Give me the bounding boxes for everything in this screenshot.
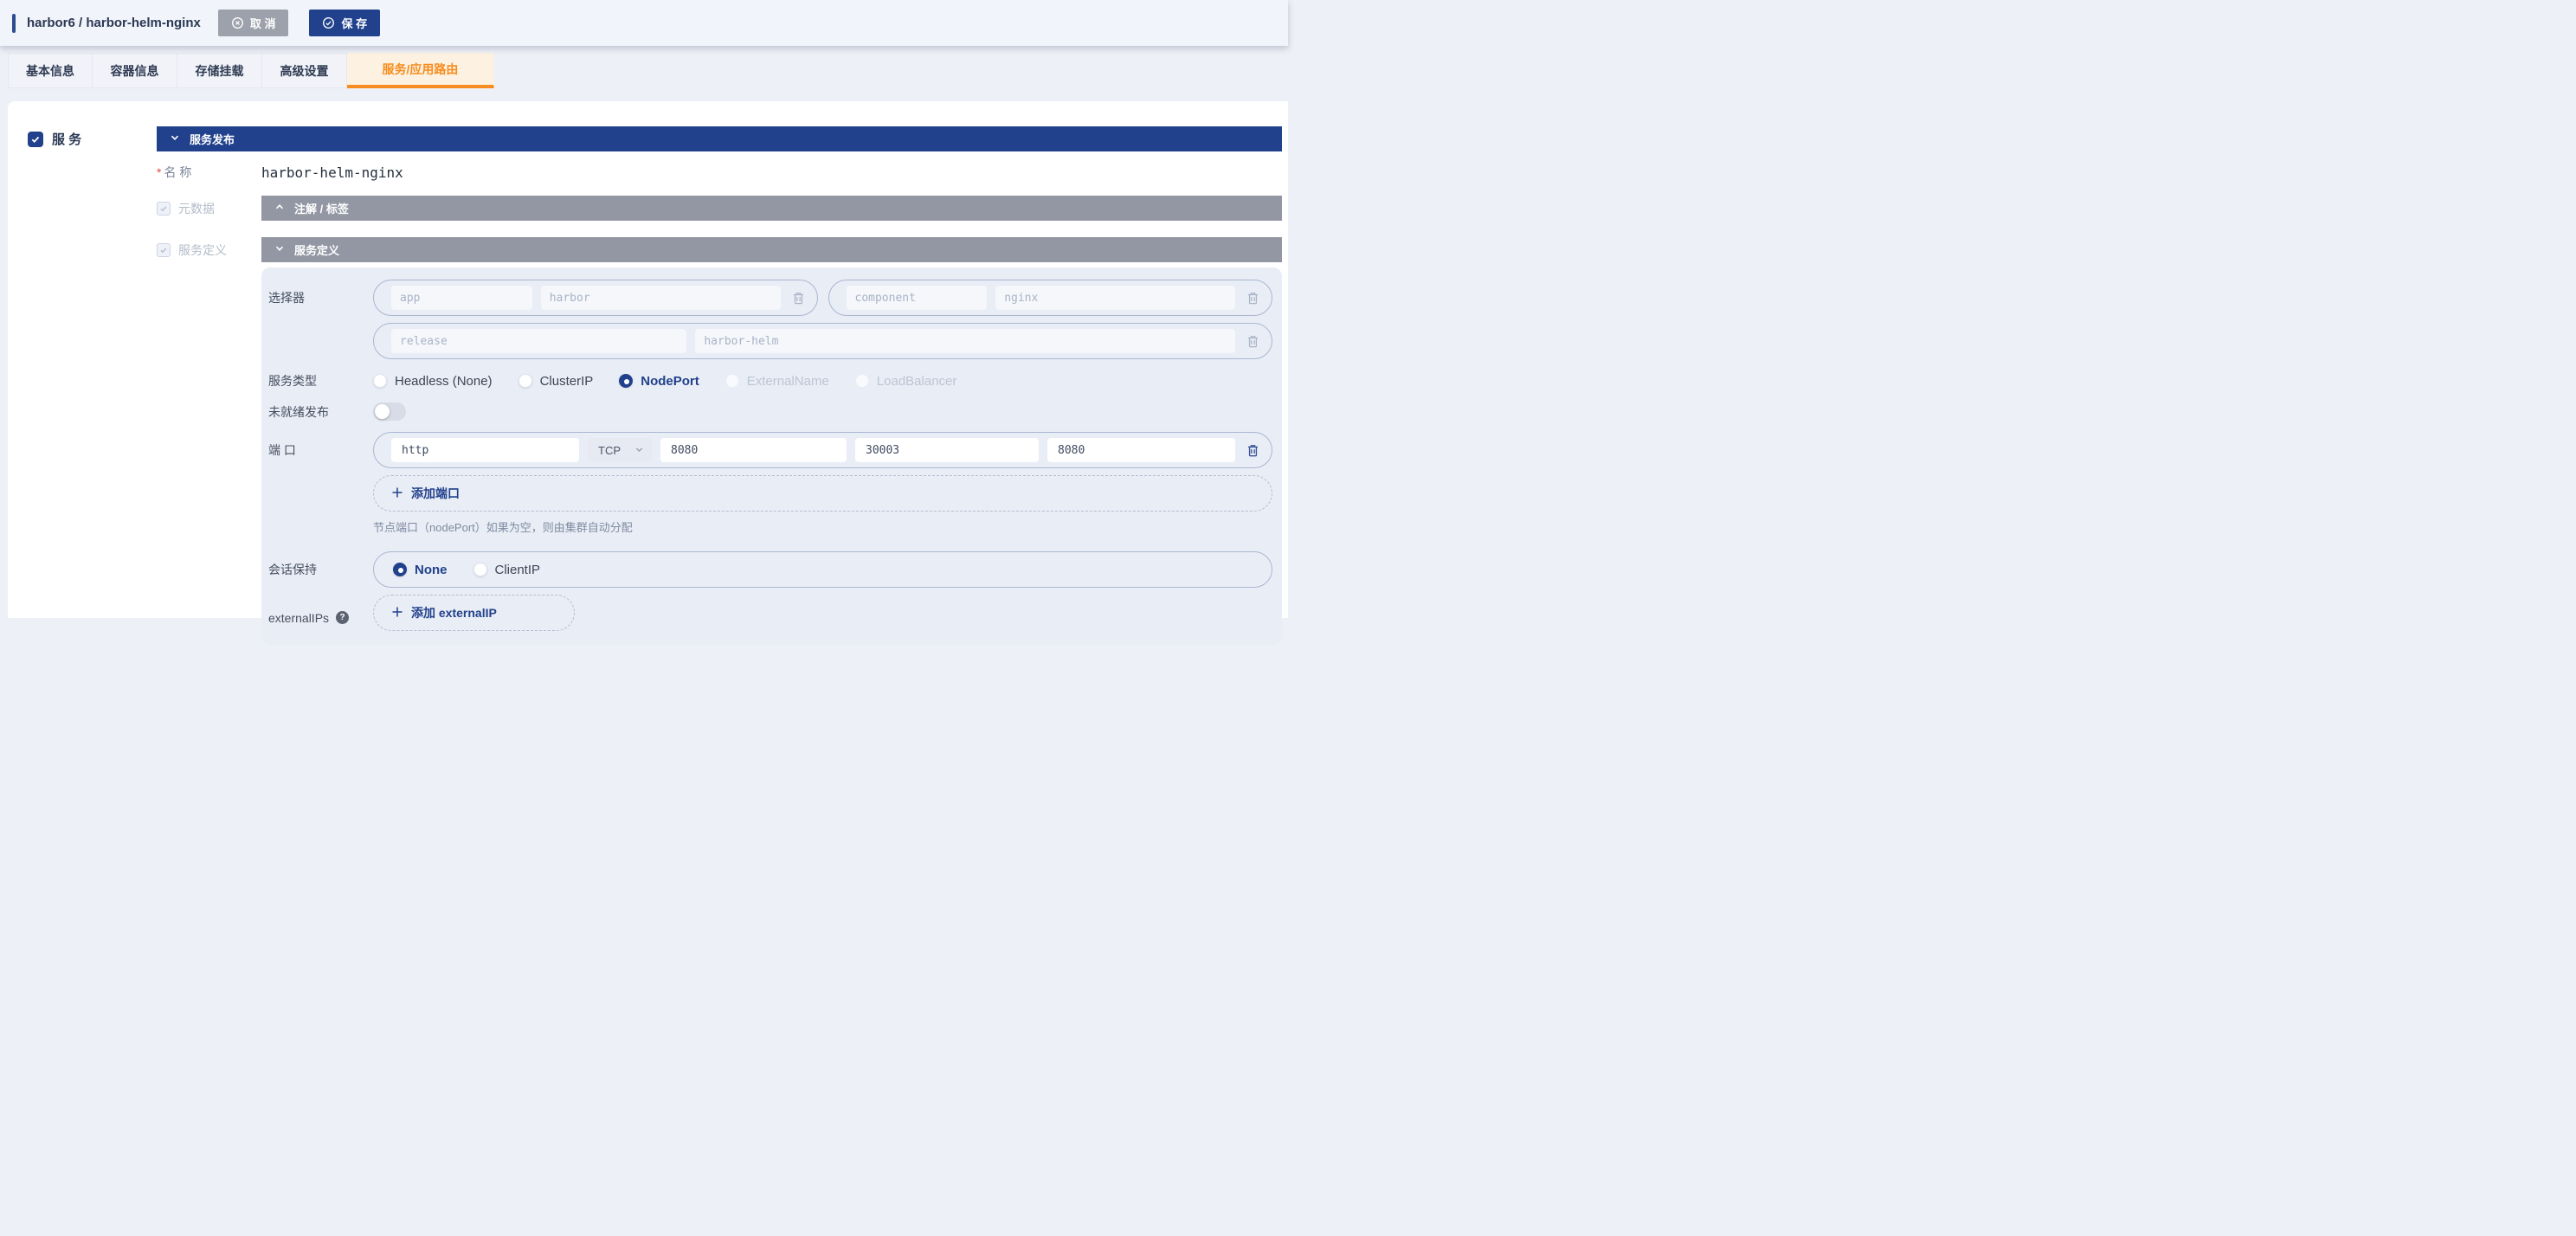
metadata-checkbox-label: 元数据: [178, 200, 215, 217]
plus-icon: [391, 486, 403, 501]
cancel-button-label: 取 消: [250, 15, 276, 31]
selector-label: 选择器: [268, 280, 373, 359]
service-publish-section-header[interactable]: 服务发布: [157, 126, 1282, 151]
unready-row: 未就绪发布: [268, 402, 1272, 421]
definition-checkbox: [157, 243, 171, 257]
add-port-button[interactable]: 添加端口: [373, 475, 1272, 512]
selector-key-input[interactable]: [847, 286, 988, 310]
node-port-input[interactable]: [855, 438, 1039, 462]
page-header: harbor6 / harbor-helm-nginx 取 消 保 存: [0, 0, 1288, 46]
name-label: * 名 称: [157, 164, 261, 181]
page-title: harbor6 / harbor-helm-nginx: [27, 16, 201, 30]
selector-row: 选择器: [268, 280, 1272, 359]
radio-session-clientip[interactable]: ClientIP: [473, 563, 541, 577]
session-affinity-label: 会话保持: [268, 551, 373, 588]
service-checkbox[interactable]: 服 务: [28, 130, 157, 148]
ports-row: 端 口 TCP: [268, 432, 1272, 535]
chevron-up-icon: [274, 202, 285, 215]
port-number-input[interactable]: [660, 438, 847, 462]
node-port-hint: 节点端口（nodePort）如果为空，则由集群自动分配: [373, 518, 1272, 535]
radio-nodeport[interactable]: NodePort: [619, 374, 699, 389]
cancel-circle-x-icon: [231, 16, 244, 29]
save-circle-check-icon: [322, 16, 335, 29]
required-asterisk: *: [157, 165, 161, 179]
radio-icon: [373, 374, 387, 388]
selector-pair: [373, 280, 818, 316]
radio-icon: [473, 563, 487, 576]
radio-clusterip[interactable]: ClusterIP: [518, 374, 594, 389]
port-name-input[interactable]: [391, 438, 579, 462]
service-publish-header-label: 服务发布: [190, 131, 235, 147]
external-ips-label: externalIPs: [268, 611, 329, 625]
tab-storage-mount[interactable]: 存储挂载: [177, 53, 262, 88]
definition-checkbox-label: 服务定义: [178, 241, 227, 259]
selector-value-input[interactable]: [541, 286, 781, 310]
service-definition-panel: 选择器: [261, 267, 1282, 645]
selector-pair: [373, 323, 1272, 359]
chevron-down-icon: [274, 243, 285, 256]
definition-header-label: 服务定义: [294, 241, 339, 258]
radio-headless-none[interactable]: Headless (None): [373, 374, 493, 389]
checkbox-checked-icon: [28, 132, 43, 147]
selector-value-input[interactable]: [695, 329, 1235, 353]
tab-container-info[interactable]: 容器信息: [93, 53, 177, 88]
toggle-knob: [375, 404, 390, 419]
title-accent-bar: [12, 14, 16, 33]
metadata-checkbox: [157, 202, 171, 216]
protocol-select[interactable]: TCP: [588, 438, 652, 462]
radio-checked-icon: [619, 374, 633, 388]
save-button-label: 保 存: [341, 15, 367, 31]
selector-key-input[interactable]: [391, 286, 532, 310]
name-row: * 名 称 harbor-helm-nginx: [157, 163, 1282, 182]
definition-section-header[interactable]: 服务定义: [261, 237, 1282, 262]
trash-icon[interactable]: [1246, 334, 1260, 349]
external-ips-row: externalIPs ? 添加 externalIP: [268, 595, 1272, 631]
radio-disabled-icon: [855, 374, 869, 388]
tab-advanced-settings[interactable]: 高级设置: [262, 53, 347, 88]
unready-toggle-off[interactable]: [373, 402, 406, 421]
radio-icon: [518, 374, 532, 388]
service-checkbox-label: 服 务: [52, 130, 81, 148]
radio-disabled-icon: [725, 374, 739, 388]
chevron-down-icon: [170, 132, 180, 145]
port-entry: TCP: [373, 432, 1272, 468]
service-type-label: 服务类型: [268, 372, 373, 389]
external-ips-label-wrap: externalIPs ?: [268, 595, 373, 631]
add-external-ip-button[interactable]: 添加 externalIP: [373, 595, 575, 631]
session-affinity-row: 会话保持 None ClientIP: [268, 551, 1272, 588]
tab-bar: 基本信息 容器信息 存储挂载 高级设置 服务/应用路由: [8, 53, 1288, 88]
unready-label: 未就绪发布: [268, 403, 373, 421]
ports-label: 端 口: [268, 432, 373, 535]
metadata-row: 元数据 注解 / 标签: [157, 196, 1282, 221]
target-port-input[interactable]: [1047, 438, 1235, 462]
session-affinity-group: None ClientIP: [373, 551, 1272, 588]
name-value: harbor-helm-nginx: [261, 164, 403, 181]
cancel-button[interactable]: 取 消: [218, 10, 289, 36]
chevron-down-icon: [634, 444, 644, 457]
help-icon[interactable]: ?: [336, 611, 349, 624]
radio-session-none[interactable]: None: [393, 563, 448, 577]
service-enable-column: 服 务: [8, 126, 157, 645]
radio-loadbalancer: LoadBalancer: [855, 374, 957, 389]
annotations-header-label: 注解 / 标签: [294, 200, 349, 216]
tab-service-route[interactable]: 服务/应用路由: [347, 53, 494, 88]
trash-icon[interactable]: [1246, 443, 1260, 458]
trash-icon[interactable]: [791, 291, 806, 306]
radio-checked-icon: [393, 563, 407, 576]
plus-icon: [391, 606, 403, 621]
radio-externalname: ExternalName: [725, 374, 829, 389]
tab-basic-info[interactable]: 基本信息: [8, 53, 93, 88]
trash-icon[interactable]: [1246, 291, 1260, 306]
service-form-card: 服 务 服务发布 * 名 称 harbor-helm-nginx: [8, 101, 1288, 618]
service-type-row: 服务类型 Headless (None) ClusterIP NodePo: [268, 370, 1272, 392]
selector-pair: [828, 280, 1273, 316]
selector-value-input[interactable]: [995, 286, 1235, 310]
save-button[interactable]: 保 存: [309, 10, 380, 36]
definition-row: 服务定义 服务定义: [157, 237, 1282, 262]
selector-key-input[interactable]: [391, 329, 686, 353]
annotations-section-header[interactable]: 注解 / 标签: [261, 196, 1282, 221]
